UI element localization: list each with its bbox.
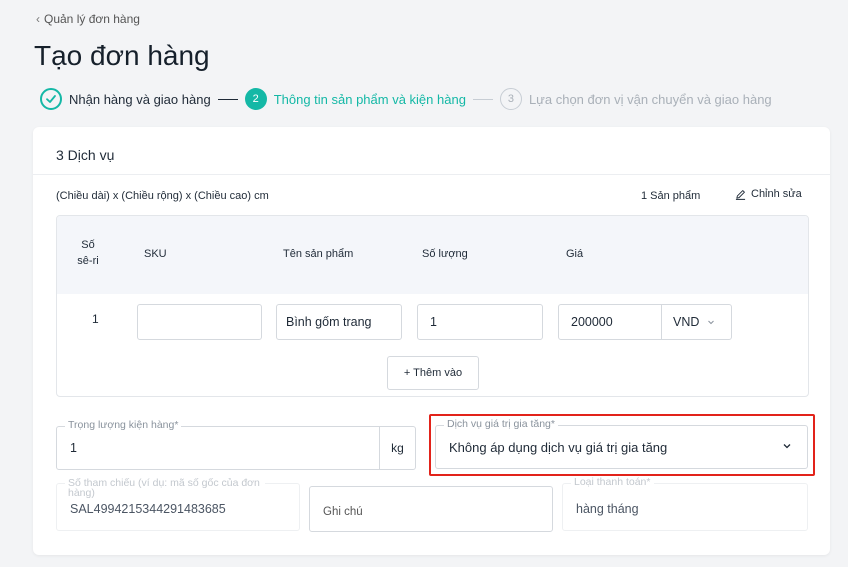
step-separator: [472, 98, 493, 100]
step-2-number: 2: [244, 88, 267, 110]
edit-label: Chỉnh sửa: [751, 188, 802, 200]
check-icon: [40, 88, 62, 110]
row-serial: 1: [92, 312, 99, 326]
dimensions-label: (Chiều dài) x (Chiều rộng) x (Chiều cao)…: [56, 190, 269, 202]
note-placeholder: Ghi chú: [323, 506, 363, 518]
sku-input[interactable]: [137, 304, 262, 340]
chevron-down-icon: [708, 320, 715, 325]
stepper: Nhận hàng và giao hàng 2 Thông tin sản p…: [40, 88, 772, 110]
weight-label: Trọng lượng kiện hàng*: [65, 419, 182, 431]
service-label: Dịch vụ giá trị gia tăng*: [444, 418, 558, 430]
value-added-service-select[interactable]: Dịch vụ giá trị gia tăng* Không áp dụng …: [435, 418, 808, 469]
header-product-name: Tên sản phẩm: [283, 248, 354, 260]
payment-label: Loại thanh toán*: [571, 476, 654, 488]
payment-label-text: Loại thanh toán: [574, 476, 647, 488]
reference-field[interactable]: Số tham chiếu (ví dụ: mã số gốc của đơn …: [56, 478, 300, 531]
header-sku: SKU: [144, 248, 167, 260]
card-title: 3 Dịch vụ: [33, 127, 830, 175]
quantity-input[interactable]: 1: [417, 304, 543, 340]
step-3-number: 3: [499, 88, 522, 110]
breadcrumb[interactable]: ‹ Quản lý đơn hàng: [36, 12, 140, 26]
pencil-icon: [735, 189, 746, 200]
step-separator: [217, 98, 238, 100]
header-price: Giá: [566, 248, 584, 260]
payment-type-field[interactable]: Loại thanh toán* hàng tháng: [562, 476, 808, 531]
note-input[interactable]: Ghi chú: [309, 486, 553, 532]
weight-value: 1: [70, 441, 77, 455]
header-quantity: Số lượng: [422, 248, 468, 260]
products-table: Số sê-ri SKU Tên sản phẩm Số lượng Giá 1…: [56, 215, 809, 397]
table-header: Số sê-ri SKU Tên sản phẩm Số lượng Giá: [57, 216, 808, 294]
currency-select[interactable]: VND: [661, 304, 733, 340]
price-input[interactable]: 200000 VND: [558, 304, 732, 340]
step-2-label: Thông tin sản phẩm và kiện hàng: [273, 91, 466, 107]
service-value: Không áp dụng dịch vụ giá trị gia tăng: [449, 440, 668, 455]
step-1[interactable]: Nhận hàng và giao hàng: [40, 88, 211, 110]
add-product-button[interactable]: + Thêm vào: [387, 356, 479, 390]
step-3-label: Lựa chọn đơn vị vận chuyển và giao hàng: [528, 91, 772, 107]
services-card: 3 Dịch vụ (Chiều dài) x (Chiều rộng) x (…: [33, 127, 830, 555]
reference-value: SAL4994215344291483685: [70, 502, 226, 516]
reference-label: Số tham chiếu (ví dụ: mã số gốc của đơn …: [65, 478, 265, 498]
product-name-input[interactable]: Bình gốm trang: [276, 304, 402, 340]
weight-label-text: Trọng lượng kiện hàng: [68, 419, 175, 431]
price-value: 200000: [571, 315, 613, 329]
payment-value: hàng tháng: [576, 502, 639, 516]
currency-value: VND: [673, 315, 700, 329]
products-count: 1 Sản phẩm: [641, 190, 701, 202]
step-3[interactable]: 3 Lựa chọn đơn vị vận chuyển và giao hàn…: [499, 88, 772, 110]
service-label-text: Dịch vụ giá trị gia tăng: [447, 418, 551, 430]
chevron-down-icon: [783, 444, 791, 449]
header-serial: Số sê-ri: [77, 239, 99, 267]
step-1-label: Nhận hàng và giao hàng: [69, 91, 211, 107]
weight-field[interactable]: Trọng lượng kiện hàng* 1 kg: [56, 419, 416, 470]
page-title: Tạo đơn hàng: [34, 40, 210, 71]
weight-unit: kg: [379, 427, 415, 469]
step-2[interactable]: 2 Thông tin sản phẩm và kiện hàng: [244, 88, 466, 110]
edit-button[interactable]: Chỉnh sửa: [735, 188, 802, 200]
breadcrumb-label: Quản lý đơn hàng: [44, 12, 140, 26]
chevron-left-icon: ‹: [36, 12, 40, 26]
